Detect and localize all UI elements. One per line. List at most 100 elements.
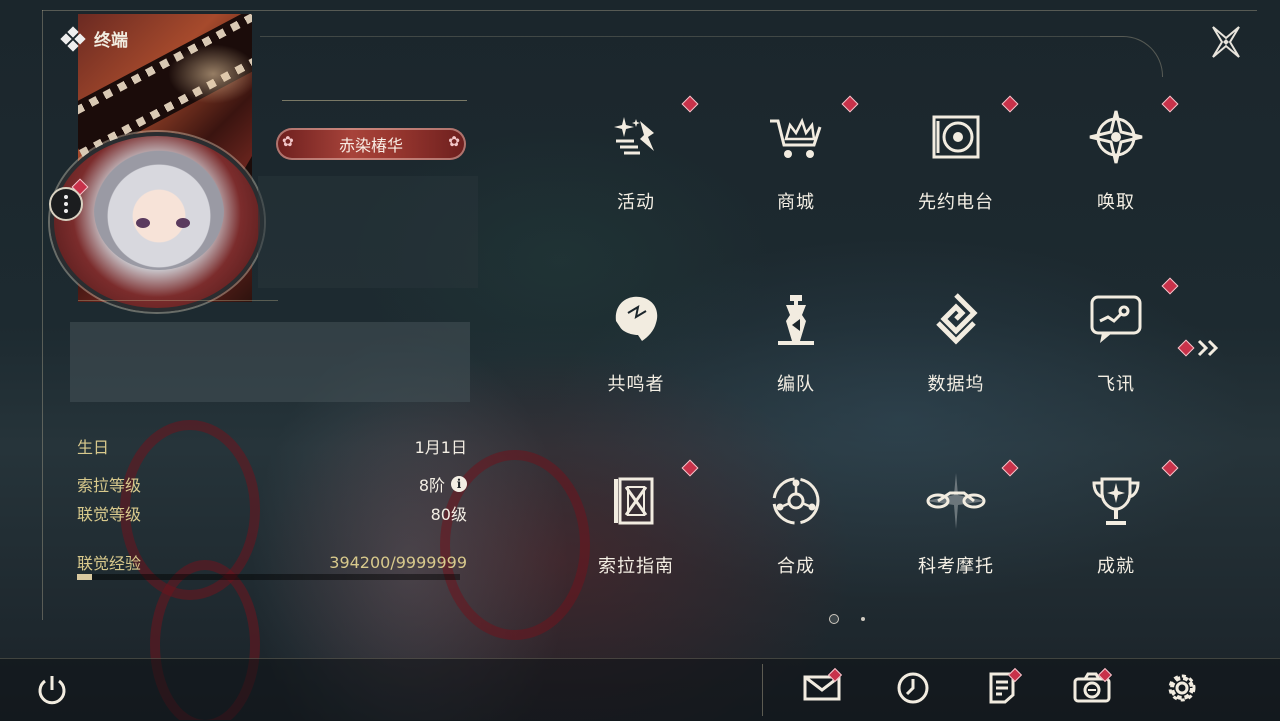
guide-book-icon	[603, 468, 669, 534]
radio-record-icon	[923, 104, 989, 170]
notice-button[interactable]	[982, 667, 1023, 708]
motorbike-icon	[923, 468, 989, 534]
hidden-signature-panel	[70, 322, 470, 402]
menu-label: 数据坞	[927, 374, 985, 395]
menu-item-convene[interactable]: 唤取	[1036, 84, 1196, 234]
menu-label: 索拉指南	[598, 556, 674, 577]
notification-badge	[681, 459, 699, 477]
exit-button[interactable]	[34, 672, 70, 708]
page-dot[interactable]	[861, 617, 865, 621]
close-button[interactable]	[1206, 24, 1246, 60]
notification-badge	[1161, 459, 1179, 477]
avatar-portrait	[94, 150, 224, 270]
menu-item-radio[interactable]: 先约电台	[876, 84, 1036, 234]
stat-birthday: 生日 1月1日	[77, 434, 467, 458]
stat-value-group: 8阶 i	[419, 472, 467, 496]
menu-item-synthesis[interactable]: 合成	[716, 448, 876, 598]
menu-item-guide[interactable]: 索拉指南	[556, 448, 716, 598]
menu-label: 飞讯	[1097, 374, 1135, 395]
menu-grid: 活动 商城 先约电台 唤取 共鸣者 编队 数据坞 飞讯 索拉指南 合成 科考摩托…	[556, 84, 1196, 604]
notification-badge	[1161, 95, 1179, 113]
menu-label: 科考摩托	[918, 556, 994, 577]
menu-item-resonators[interactable]: 共鸣者	[556, 266, 716, 416]
profile-more-button[interactable]	[49, 187, 83, 221]
resonator-head-icon	[603, 286, 669, 352]
exp-progress-fill	[77, 574, 93, 580]
page-dot-active[interactable]	[829, 614, 839, 624]
menu-label: 合成	[777, 556, 815, 577]
menu-label: 共鸣者	[607, 374, 665, 395]
menu-item-messages[interactable]: 飞讯	[1036, 266, 1196, 416]
clock-icon	[897, 672, 929, 704]
stat-value: 80级	[430, 505, 467, 524]
notification-badge	[1001, 459, 1019, 477]
avatar-eye	[176, 218, 190, 228]
frame-line	[42, 10, 43, 620]
page-indicator	[829, 614, 865, 624]
menu-label: 成就	[1097, 556, 1135, 577]
settings-button[interactable]	[1162, 668, 1202, 708]
name-divider	[282, 100, 467, 101]
bottom-divider	[762, 664, 763, 716]
notification-badge	[841, 95, 859, 113]
notification-badge	[1177, 339, 1195, 357]
menu-item-activity[interactable]: 活动	[556, 84, 716, 234]
more-dot-icon	[64, 202, 68, 206]
shop-cart-icon	[763, 104, 829, 170]
data-bank-icon	[923, 286, 989, 352]
stat-union-level: 联觉等级 80级	[77, 501, 467, 525]
player-name-plate[interactable]: 赤染椿华	[276, 128, 466, 160]
menu-label: 先约电台	[918, 192, 994, 213]
stat-sol-rank: 索拉等级 8阶 i	[77, 472, 467, 496]
frame-line	[260, 36, 1100, 37]
stat-label: 联觉等级	[77, 505, 142, 524]
exp-progress-bar	[77, 574, 460, 580]
menu-label: 唤取	[1097, 192, 1135, 213]
avatar[interactable]	[50, 132, 264, 312]
menu-item-shop[interactable]: 商城	[716, 84, 876, 234]
notification-badge	[1001, 95, 1019, 113]
synthesis-icon	[763, 468, 829, 534]
menu-label: 商城	[777, 192, 815, 213]
info-icon[interactable]: i	[451, 476, 467, 492]
stat-value: 394200/9999999	[329, 552, 467, 572]
next-page-button[interactable]	[1177, 338, 1222, 358]
menu-item-achievements[interactable]: 成就	[1036, 448, 1196, 598]
player-name: 赤染椿华	[338, 136, 403, 155]
activity-sparkle-icon	[603, 104, 669, 170]
frame-line	[42, 10, 1257, 11]
close-x-icon	[1212, 26, 1240, 58]
stat-union-exp: 联觉经验 394200/9999999	[77, 550, 467, 574]
message-chat-icon	[1083, 286, 1149, 352]
card-art-glow	[168, 44, 252, 104]
page-title: 终端	[94, 31, 128, 51]
convene-star-icon	[1083, 104, 1149, 170]
stat-value: 1月1日	[414, 438, 467, 457]
diamond-logo-icon	[60, 25, 86, 52]
achievement-trophy-icon	[1083, 468, 1149, 534]
menu-label: 编队	[777, 374, 815, 395]
notification-badge	[681, 95, 699, 113]
menu-label: 活动	[617, 192, 655, 213]
profile-divider	[78, 300, 278, 301]
mail-button[interactable]	[802, 667, 843, 708]
power-icon	[38, 676, 66, 705]
camera-button[interactable]	[1072, 667, 1113, 708]
team-chess-icon	[763, 286, 829, 352]
menu-item-motorbike[interactable]: 科考摩托	[876, 448, 1036, 598]
clock-button[interactable]	[893, 668, 933, 708]
terminal-header: 终端	[60, 25, 128, 52]
notification-badge	[1161, 277, 1179, 295]
stat-label: 索拉等级	[77, 476, 142, 495]
hidden-info-panel	[258, 176, 478, 288]
double-chevron-right-icon	[1197, 339, 1219, 357]
stat-label: 联觉经验	[77, 554, 142, 573]
stat-label: 生日	[77, 438, 110, 457]
more-dot-icon	[64, 209, 68, 213]
menu-item-data-bank[interactable]: 数据坞	[876, 266, 1036, 416]
settings-gear-icon	[1168, 674, 1196, 702]
menu-item-team[interactable]: 编队	[716, 266, 876, 416]
stat-value: 8阶	[418, 476, 445, 495]
avatar-eye	[136, 218, 150, 228]
more-dot-icon	[64, 195, 68, 199]
